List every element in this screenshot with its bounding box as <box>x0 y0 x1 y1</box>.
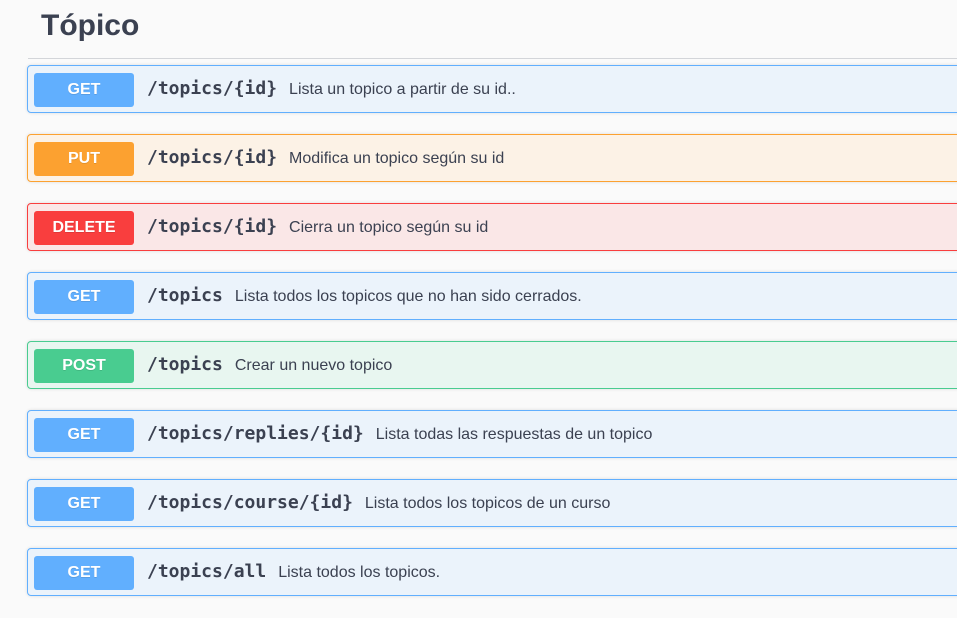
method-badge: GET <box>34 418 134 452</box>
section-header[interactable]: Tópico <box>28 0 957 59</box>
operation-summary: Lista un topico a partir de su id.. <box>289 81 516 98</box>
operation-path: /topics/all Lista todos los topicos. <box>147 561 441 582</box>
operation-put-topic-by-id[interactable]: PUT /topics/{id} Modifica un topico según… <box>27 134 957 182</box>
operations-list: GET /topics/{id} Lista un topico a partir… <box>27 65 957 617</box>
operation-get-topic-replies[interactable]: GET /topics/replies/{id} Lista todas las … <box>27 410 957 458</box>
method-badge: GET <box>34 73 134 107</box>
method-badge: GET <box>34 556 134 590</box>
operation-get-topic-by-id[interactable]: GET /topics/{id} Lista un topico a partir… <box>27 65 957 113</box>
operation-path: /topics/{id} Modifica un topico según su … <box>147 147 505 168</box>
method-badge: POST <box>34 349 134 383</box>
operation-path: /topics/{id} Lista un topico a partir de … <box>147 78 516 99</box>
operation-path: /topics/course/{id} Lista todos los topic… <box>147 492 611 513</box>
operation-summary: Lista todos los topicos. <box>278 564 441 581</box>
operation-summary: Crear un nuevo topico <box>234 357 393 374</box>
operation-summary: Cierra un topico según su id <box>289 219 489 236</box>
operation-delete-topic-by-id[interactable]: DELETE /topics/{id} Cierra un topico segú… <box>27 203 957 251</box>
operation-path: /topics/replies/{id} Lista todas las resp… <box>147 423 653 444</box>
topico-section: Tópico GET /topics/{id} Lista un topico a… <box>0 0 957 618</box>
operation-summary: Modifica un topico según su id <box>289 150 505 167</box>
operation-path: /topics/{id} Cierra un topico según su id <box>147 216 489 237</box>
method-badge: DELETE <box>34 211 134 245</box>
operation-post-topics[interactable]: POST /topics Crear un nuevo topico <box>27 341 957 389</box>
section-title: Tópico <box>41 9 140 42</box>
operation-path: /topics Crear un nuevo topico <box>147 354 393 375</box>
method-badge: GET <box>34 487 134 521</box>
operation-summary: Lista todos los topicos de un curso <box>364 495 611 512</box>
operation-get-topics[interactable]: GET /topics Lista todos los topicos que n… <box>27 272 957 320</box>
operation-path: /topics Lista todos los topicos que no ha… <box>147 285 582 306</box>
operation-get-course-topics[interactable]: GET /topics/course/{id} Lista todos los t… <box>27 479 957 527</box>
method-badge: GET <box>34 280 134 314</box>
method-badge: PUT <box>34 142 134 176</box>
operation-summary: Lista todos los topicos que no han sido … <box>234 288 582 305</box>
operation-summary: Lista todas las respuestas de un topico <box>375 426 653 443</box>
operation-get-all-topics[interactable]: GET /topics/all Lista todos los topicos. <box>27 548 957 596</box>
